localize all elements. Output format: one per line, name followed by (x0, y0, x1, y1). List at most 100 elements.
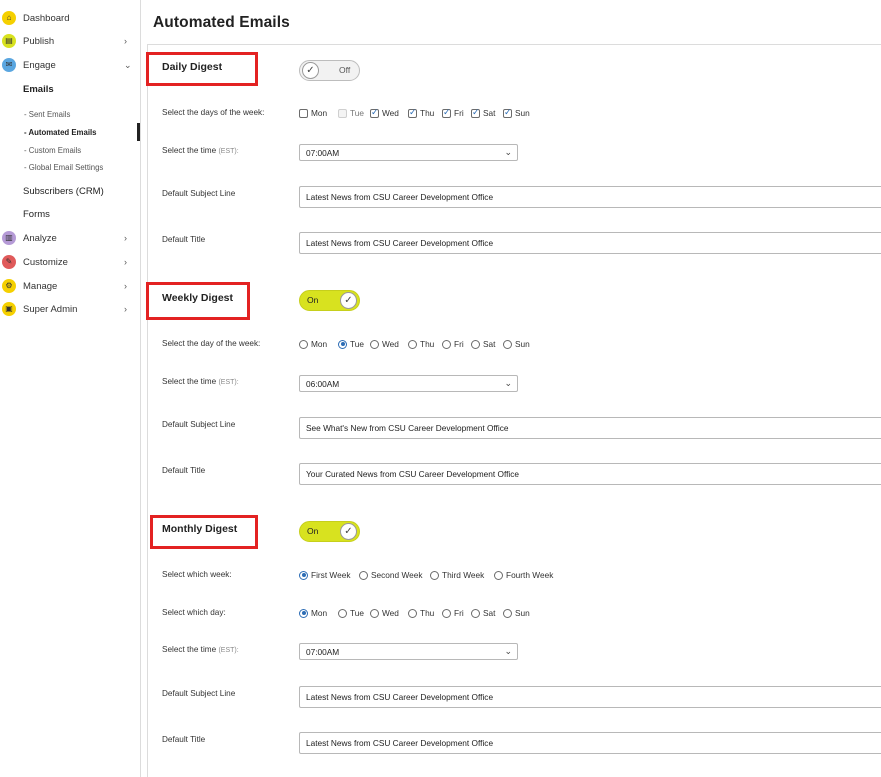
daily-digest-toggle[interactable]: ✓ Off (299, 60, 360, 81)
daily-time-select[interactable]: 07:00AM ⌄ (299, 144, 518, 161)
monthly-day-tue[interactable]: Tue (338, 608, 364, 618)
radio[interactable] (370, 608, 379, 618)
radio-label: First Week (311, 570, 351, 580)
monthly-week-first[interactable]: First Week (299, 570, 351, 580)
sidebar-link-automated-emails[interactable]: - Automated Emails (24, 128, 97, 137)
sidebar-item-analyze[interactable]: ▥ Analyze › (0, 228, 140, 248)
monthly-time-select[interactable]: 07:00AM ⌄ (299, 643, 518, 660)
daily-time-label: Select the time (EST): (162, 146, 239, 155)
radio-label: Sat (483, 339, 496, 349)
checkbox[interactable] (442, 107, 451, 118)
sidebar-subitem-emails[interactable]: Emails (23, 84, 54, 95)
weekly-title-input[interactable]: Your Curated News from CSU Career Develo… (299, 463, 881, 485)
radio-label: Mon (311, 339, 328, 349)
monthly-day-mon[interactable]: Mon (299, 608, 327, 618)
radio-label: Fri (454, 608, 464, 618)
daily-day-tue[interactable]: Tue (338, 108, 364, 118)
radio[interactable] (430, 570, 439, 580)
chevron-down-icon: ⌄ (504, 646, 512, 656)
sidebar-link-global-email-settings[interactable]: - Global Email Settings (24, 163, 103, 172)
time-label-text: Select the time (162, 146, 217, 155)
monthly-day-sat[interactable]: Sat (471, 608, 495, 618)
radio[interactable] (359, 570, 368, 580)
weekly-day-tue[interactable]: Tue (338, 339, 364, 349)
daily-subject-input[interactable]: Latest News from CSU Career Development … (299, 186, 881, 208)
sidebar-item-customize[interactable]: ✎ Customize › (0, 252, 140, 272)
chevron-right-icon: › (124, 233, 127, 243)
weekly-day-fri[interactable]: Fri (442, 339, 464, 349)
monthly-title-input[interactable]: Latest News from CSU Career Development … (299, 732, 881, 754)
checkbox[interactable] (408, 107, 417, 118)
checkbox[interactable] (299, 108, 308, 118)
monthly-day-fri[interactable]: Fri (442, 608, 464, 618)
radio[interactable] (370, 339, 379, 349)
sidebar-link-custom-emails[interactable]: - Custom Emails (24, 146, 81, 155)
sidebar-item-publish[interactable]: ▤ Publish › (0, 31, 140, 51)
monthly-day-label: Select which day: (162, 608, 226, 617)
radio[interactable] (408, 339, 417, 349)
monthly-day-thu[interactable]: Thu (408, 608, 434, 618)
home-icon: ⌂ (2, 11, 16, 25)
weekly-day-sat[interactable]: Sat (471, 339, 495, 349)
sidebar-item-manage[interactable]: ⚙ Manage › (0, 276, 140, 296)
radio[interactable] (338, 608, 347, 618)
sidebar-link-sent-emails[interactable]: - Sent Emails (24, 110, 70, 119)
monthly-subject-input[interactable]: Latest News from CSU Career Development … (299, 686, 881, 708)
chevron-right-icon: › (124, 281, 127, 291)
radio[interactable] (494, 570, 503, 580)
weekly-day-wed[interactable]: Wed (370, 339, 399, 349)
toggle-knob: ✓ (302, 62, 319, 79)
radio[interactable] (442, 608, 451, 618)
monthly-digest-toggle[interactable]: On ✓ (299, 521, 360, 542)
sidebar-item-engage[interactable]: ✉ Engage ⌄ (0, 55, 140, 75)
radio[interactable] (503, 608, 512, 618)
engage-icon: ✉ (2, 58, 16, 72)
checkbox-label: Wed (382, 108, 399, 118)
chevron-down-icon: ⌄ (124, 59, 132, 70)
weekly-day-mon[interactable]: Mon (299, 339, 327, 349)
radio[interactable] (471, 339, 480, 349)
toggle-state-label: On (307, 295, 319, 305)
radio-label: Wed (382, 608, 399, 618)
daily-title-input[interactable]: Latest News from CSU Career Development … (299, 232, 881, 254)
monthly-digest-title: Monthly Digest (162, 523, 238, 535)
monthly-subject-label: Default Subject Line (162, 689, 236, 698)
sidebar-item-label: Super Admin (23, 303, 78, 315)
daily-day-thu[interactable]: Thu (408, 107, 434, 118)
weekly-day-sun[interactable]: Sun (503, 339, 530, 349)
weekly-time-select[interactable]: 06:00AM ⌄ (299, 375, 518, 392)
daily-day-sat[interactable]: Sat (471, 107, 495, 118)
select-value: 06:00AM (306, 379, 340, 389)
monthly-week-third[interactable]: Third Week (430, 570, 484, 580)
sidebar-item-dashboard[interactable]: ⌂ Dashboard (0, 8, 140, 28)
monthly-day-sun[interactable]: Sun (503, 608, 530, 618)
sidebar-subitem-forms[interactable]: Forms (23, 209, 50, 220)
radio[interactable] (338, 339, 347, 349)
radio[interactable] (299, 570, 308, 580)
daily-day-wed[interactable]: Wed (370, 107, 399, 118)
weekly-day-thu[interactable]: Thu (408, 339, 434, 349)
sidebar-subitem-subscribers[interactable]: Subscribers (CRM) (23, 186, 104, 197)
daily-day-mon[interactable]: Mon (299, 108, 327, 118)
weekly-digest-toggle[interactable]: On ✓ (299, 290, 360, 311)
radio[interactable] (442, 339, 451, 349)
sidebar-item-super-admin[interactable]: ▣ Super Admin › (0, 299, 140, 319)
monthly-week-second[interactable]: Second Week (359, 570, 423, 580)
checkbox[interactable] (338, 108, 347, 118)
checkbox[interactable] (370, 107, 379, 118)
radio[interactable] (408, 608, 417, 618)
radio[interactable] (299, 339, 308, 349)
weekly-subject-input[interactable]: See What's New from CSU Career Developme… (299, 417, 881, 439)
publish-icon: ▤ (2, 34, 16, 48)
radio[interactable] (503, 339, 512, 349)
radio[interactable] (299, 608, 308, 618)
toggle-knob: ✓ (340, 523, 357, 540)
checkbox[interactable] (471, 107, 480, 118)
monthly-week-fourth[interactable]: Fourth Week (494, 570, 553, 580)
daily-day-fri[interactable]: Fri (442, 107, 464, 118)
monthly-day-wed[interactable]: Wed (370, 608, 399, 618)
daily-day-sun[interactable]: Sun (503, 107, 530, 118)
radio[interactable] (471, 608, 480, 618)
checkbox[interactable] (503, 107, 512, 118)
daily-days-label: Select the days of the week: (162, 108, 265, 117)
